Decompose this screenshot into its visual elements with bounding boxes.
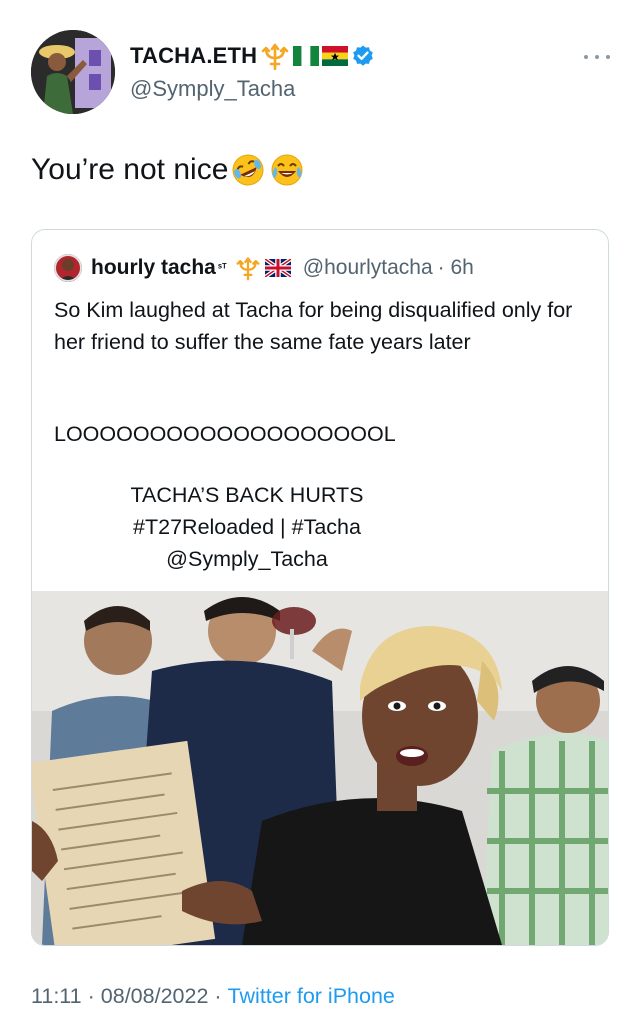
uk-flag-icon (264, 259, 291, 277)
quoted-avatar-image (54, 254, 82, 282)
quoted-name-superscript: ˢᵀ (217, 262, 227, 274)
author-name-row[interactable]: TACHA.ETH (130, 42, 375, 70)
author-display-name[interactable]: TACHA.ETH (130, 43, 257, 69)
ghana-flag-icon (322, 46, 349, 66)
author-avatar[interactable] (31, 30, 115, 114)
nigeria-flag-icon (293, 46, 320, 66)
tweet-source-link[interactable]: Twitter for iPhone (228, 984, 395, 1009)
quoted-text-line3: TACHA’S BACK HURTS (130, 483, 364, 507)
more-options-icon[interactable] (584, 52, 610, 62)
verified-badge-icon (353, 45, 374, 66)
tweet-meta: 11:11 · 08/08/2022 · Twitter for iPhone (31, 984, 395, 1009)
quoted-hashtags[interactable]: #T27Reloaded | #Tacha (32, 515, 462, 540)
avatar-image (31, 30, 115, 114)
tweet-body: You’re not nice (31, 153, 229, 186)
tweet-text: You’re not nice (31, 152, 306, 188)
trident-icon (261, 43, 289, 70)
dot (606, 55, 610, 59)
quoted-header: hourly tacha ˢᵀ @hourlytacha · 6h (54, 254, 474, 282)
quoted-mention[interactable]: @Symply_Tacha (32, 547, 462, 572)
woman-with-menu-photo (32, 591, 608, 945)
rolling-on-floor-laughing-emoji (232, 154, 264, 186)
tweet-time[interactable]: 11:11 (31, 984, 82, 1009)
separator: · (87, 984, 95, 1008)
dot (595, 55, 599, 59)
quoted-time[interactable]: · 6h (438, 256, 474, 280)
dot (584, 55, 588, 59)
trident-icon (236, 257, 260, 281)
quoted-handle[interactable]: @hourlytacha (303, 256, 433, 280)
quoted-text-line2: LOOOOOOOOOOOOOOOOOOOL (54, 422, 396, 446)
separator: · (214, 984, 222, 1008)
quoted-display-name[interactable]: hourly tacha (91, 256, 216, 280)
author-handle[interactable]: @Symply_Tacha (130, 76, 295, 102)
quoted-tweet-card[interactable]: hourly tacha ˢᵀ @hourlytacha · 6h So Kim… (31, 229, 609, 946)
quoted-avatar[interactable] (54, 254, 82, 282)
quoted-media[interactable] (32, 591, 608, 945)
quoted-text-line1: So Kim laughed at Tacha for being disqua… (54, 298, 573, 354)
tears-of-joy-emoji (271, 154, 303, 186)
tweet-date[interactable]: 08/08/2022 (101, 984, 209, 1009)
